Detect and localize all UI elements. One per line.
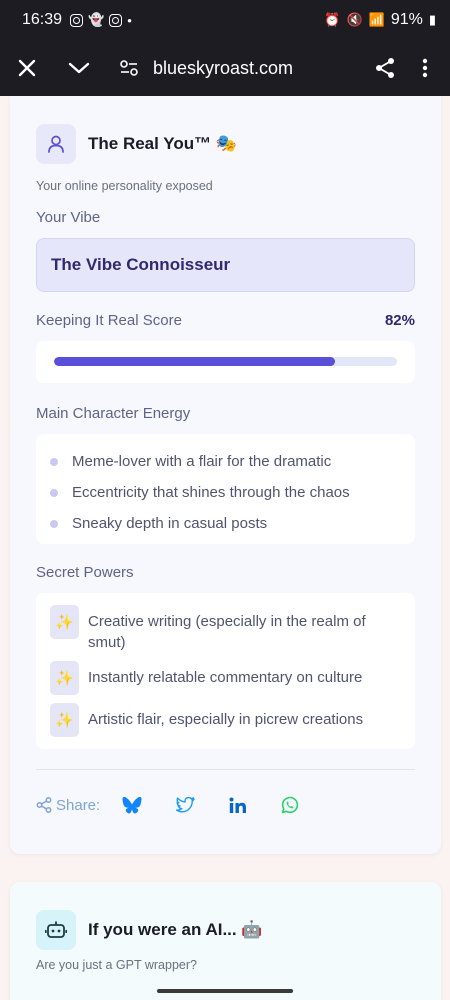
chevron-down-icon[interactable] xyxy=(59,48,99,88)
bullet-icon xyxy=(50,457,58,466)
sparkles-icon: ✨ xyxy=(50,661,79,695)
share-icon[interactable] xyxy=(365,48,405,88)
bullet-icon xyxy=(50,519,58,528)
instagram-icon xyxy=(70,13,84,27)
score-label: Keeping It Real Score xyxy=(36,312,182,329)
card-title: The Real You™ 🎭 xyxy=(88,134,238,153)
status-bar: 16:39 👻 • ⏰ 🔇 📶 91% ▮ xyxy=(0,0,450,40)
score-value: 82% xyxy=(384,312,415,329)
share-row: Share: xyxy=(36,796,299,814)
bluesky-share-icon[interactable] xyxy=(122,796,142,814)
vibe-label: Your Vibe xyxy=(36,209,101,226)
sparkles-icon: ✨ xyxy=(50,703,79,737)
main-character-label: Main Character Energy xyxy=(36,405,191,422)
wifi-call-icon: 📶 xyxy=(368,12,385,27)
card-subtitle: Are you just a GPT wrapper? xyxy=(36,958,197,972)
card-title: If you were an AI... 🤖 xyxy=(88,920,263,939)
robot-icon xyxy=(36,910,76,950)
share-label: Share: xyxy=(56,796,101,814)
share-icon xyxy=(36,797,52,813)
user-icon xyxy=(36,124,76,164)
list-item: Sneaky depth in casual posts xyxy=(36,508,415,539)
list-item: ✨ Instantly relatable commentary on cult… xyxy=(36,661,415,695)
alarm-icon: ⏰ xyxy=(324,12,341,27)
real-you-card: The Real You™ 🎭 Your online personality … xyxy=(10,96,441,854)
status-time: 16:39 xyxy=(22,11,63,28)
list-item: ✨ Artistic flair, especially in picrew c… xyxy=(36,703,415,737)
card-subtitle: Your online personality exposed xyxy=(36,179,213,193)
url-bar[interactable]: blueskyroast.com xyxy=(153,58,293,79)
list-item: Eccentricity that shines through the cha… xyxy=(36,477,415,508)
ai-card: If you were an AI... 🤖 Are you just a GP… xyxy=(10,882,441,1000)
secret-powers-list: ✨ Creative writing (especially in the re… xyxy=(36,593,415,749)
browser-toolbar: blueskyroast.com xyxy=(0,40,450,96)
battery-icon: ▮ xyxy=(428,12,436,27)
more-options-icon[interactable] xyxy=(405,48,445,88)
score-bar-fill xyxy=(54,357,336,366)
home-indicator[interactable] xyxy=(157,989,293,993)
battery-level: 91% xyxy=(390,11,423,28)
list-item: Meme-lover with a flair for the dramatic xyxy=(36,446,415,477)
site-settings-icon[interactable] xyxy=(109,48,149,88)
list-item: ✨ Creative writing (especially in the re… xyxy=(36,605,415,653)
mute-icon: 🔇 xyxy=(346,12,363,27)
close-icon[interactable] xyxy=(7,48,47,88)
page-content: The Real You™ 🎭 Your online personality … xyxy=(0,96,450,1000)
snapchat-icon: 👻 xyxy=(88,12,105,27)
score-bar xyxy=(36,341,415,383)
bullet-icon xyxy=(50,488,58,497)
twitter-share-icon[interactable] xyxy=(176,797,195,813)
divider xyxy=(36,769,415,770)
sparkles-icon: ✨ xyxy=(50,605,79,639)
instagram-icon xyxy=(109,13,123,27)
vibe-value: The Vibe Connoisseur xyxy=(36,238,415,292)
secret-powers-label: Secret Powers xyxy=(36,564,134,581)
notification-dot-icon: • xyxy=(127,12,132,28)
whatsapp-share-icon[interactable] xyxy=(281,796,299,814)
linkedin-share-icon[interactable] xyxy=(229,797,247,814)
main-character-list: Meme-lover with a flair for the dramatic… xyxy=(36,434,415,544)
